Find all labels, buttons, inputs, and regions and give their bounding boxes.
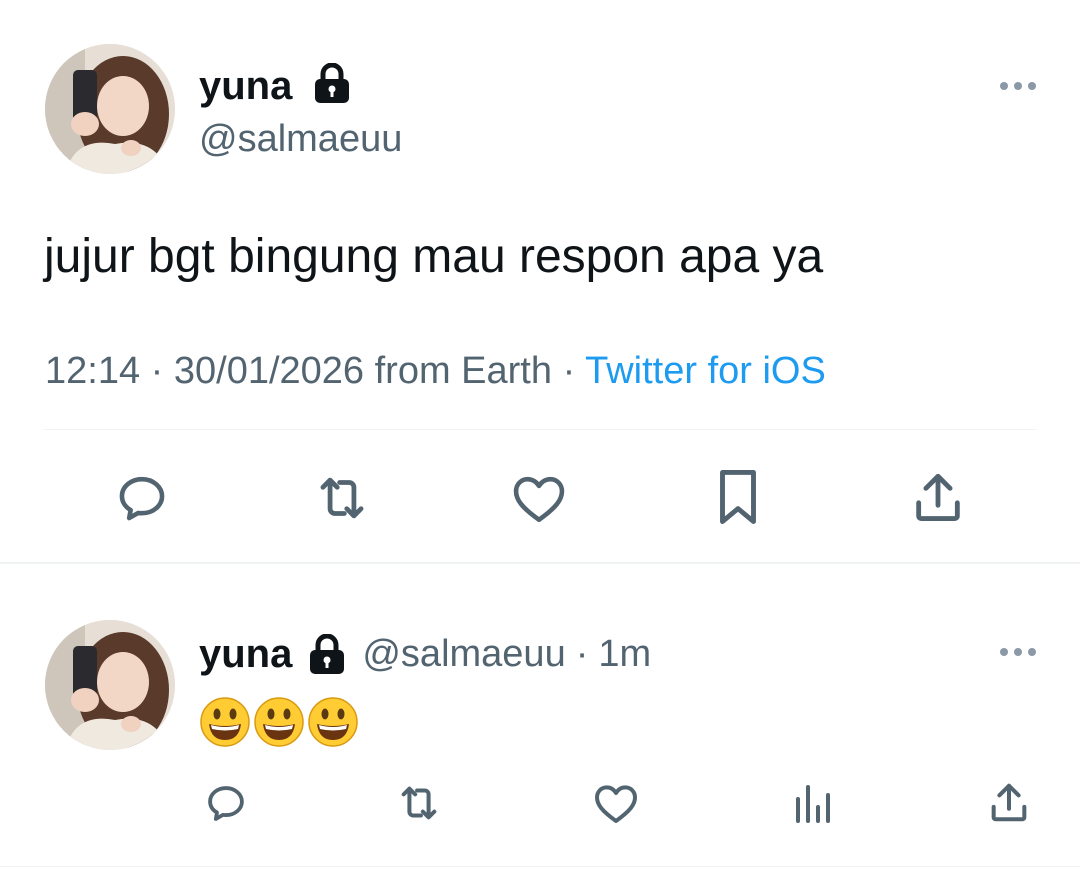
reply-button[interactable] [202, 780, 250, 826]
like-icon [595, 785, 637, 823]
tweet-meta: 12:14 · 30/01/2026 from Earth · Twitter … [45, 348, 826, 394]
grinning-face-emoji [253, 696, 305, 753]
author-name[interactable]: yuna [199, 630, 292, 678]
share-button[interactable] [985, 780, 1033, 826]
reply-header: yuna @salmaeuu · 1m [199, 630, 651, 678]
reply-icon [119, 476, 165, 521]
retweet-button[interactable] [311, 468, 373, 528]
avatar[interactable] [45, 44, 175, 174]
grinning-face-emoji [307, 696, 359, 753]
views-icon [796, 785, 830, 823]
views-button[interactable] [790, 780, 834, 826]
bookmark-icon [720, 470, 756, 524]
retweet-icon [401, 786, 437, 820]
tweet-client-link[interactable]: Twitter for iOS [585, 350, 826, 392]
retweet-icon [320, 477, 364, 519]
tweet-time[interactable]: 12:14 [45, 350, 140, 392]
share-icon [916, 473, 960, 521]
reply-icon [208, 786, 244, 821]
more-options-icon[interactable] [1000, 82, 1036, 90]
tweet-text: jujur bgt bingung mau respon apa ya [44, 230, 824, 283]
lock-icon [313, 62, 351, 108]
meta-separator: · [140, 350, 174, 392]
more-options-icon[interactable] [1000, 648, 1036, 656]
divider [0, 866, 1080, 867]
share-icon [991, 783, 1027, 822]
reply-text [199, 696, 359, 753]
avatar[interactable] [45, 620, 175, 750]
header-separator: · [575, 633, 589, 675]
tweet-date-location[interactable]: 30/01/2026 from Earth [174, 350, 552, 392]
divider [0, 562, 1080, 564]
author-handle[interactable]: @salmaeuu [362, 631, 565, 677]
divider [44, 429, 1036, 430]
retweet-button[interactable] [393, 780, 445, 826]
like-button[interactable] [592, 780, 640, 826]
share-button[interactable] [908, 468, 968, 528]
grinning-face-emoji [199, 696, 251, 753]
like-button[interactable] [509, 468, 569, 528]
lock-icon [308, 634, 346, 674]
author-name[interactable]: yuna [199, 62, 292, 110]
meta-separator: · [552, 350, 586, 392]
like-icon [513, 476, 565, 523]
reply-button[interactable] [112, 468, 172, 528]
bookmark-button[interactable] [710, 466, 766, 528]
reply-age[interactable]: 1m [598, 631, 651, 677]
author-handle[interactable]: @salmaeuu [199, 116, 402, 162]
